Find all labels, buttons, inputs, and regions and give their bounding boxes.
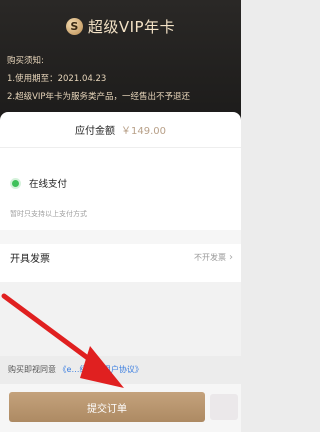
amount-value: ￥149.00 [121, 126, 166, 137]
payment-method-label: 在线支付 [29, 179, 68, 190]
coin-s-logo-icon: S [65, 18, 83, 35]
purchase-notice: 购买须知: 1.使用期至：2021.04.23 2.超级VIP年卡为服务类产品，… [7, 52, 190, 106]
invoice-label: 开具发票 [10, 253, 50, 265]
agreement-prefix: 购买即视同意 [8, 365, 56, 374]
notice-line-1: 1.使用期至：2021.04.23 [7, 74, 107, 84]
invoice-row[interactable]: 开具发票 不开发票 › [10, 246, 233, 268]
order-header: S 超级VIP年卡 购买须知: 1.使用期至：2021.04.23 2.超级VI… [0, 0, 241, 126]
notice-title: 购买须知: [7, 56, 44, 66]
section-divider [0, 230, 241, 244]
title-row: S 超级VIP年卡 [0, 16, 241, 37]
payment-hint: 暂时只支持以上支付方式 [10, 210, 87, 218]
empty-area [0, 282, 241, 356]
chevron-right-icon: › [229, 251, 233, 263]
page-title: 超级VIP年卡 [87, 18, 176, 36]
submit-bar: 提交订单 [0, 384, 241, 432]
order-card: 应付金额 ￥149.00 在线支付 暂时只支持以上支付方式 开具发票 不开发票 … [0, 112, 241, 356]
amount-label: 应付金额 [75, 126, 115, 137]
agreement-link[interactable]: 《e…级VIP-用户协议》 [59, 365, 143, 374]
submit-order-button[interactable]: 提交订单 [9, 392, 205, 422]
agreement-row: 购买即视同意 《e…级VIP-用户协议》 [8, 364, 143, 375]
amount-row: 应付金额 ￥149.00 [0, 112, 241, 148]
invoice-value: 不开发票 [194, 252, 226, 262]
blurred-watermark [210, 394, 238, 420]
notice-line-2: 2.超级VIP年卡为服务类产品，一经售出不予退还 [7, 92, 191, 102]
radio-checked-icon[interactable] [10, 177, 21, 189]
invoice-selector[interactable]: 不开发票 › [194, 252, 233, 263]
payment-option-online[interactable]: 在线支付 [10, 176, 67, 190]
